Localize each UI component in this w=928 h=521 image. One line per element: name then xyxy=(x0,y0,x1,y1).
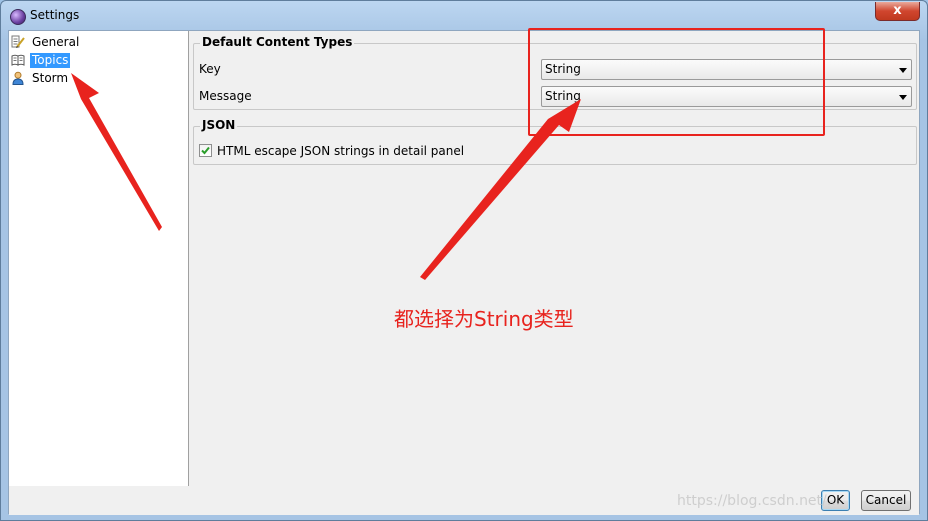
watermark: https://blog.csdn.net/... xyxy=(677,493,841,509)
arrow-to-message-icon xyxy=(420,99,581,280)
settings-window: Settings x General Topics Storm Default … xyxy=(0,0,928,521)
arrow-to-topics-icon xyxy=(71,73,162,231)
annotation-text: 都选择为String类型 xyxy=(394,307,574,331)
annotation-arrows xyxy=(71,73,581,280)
